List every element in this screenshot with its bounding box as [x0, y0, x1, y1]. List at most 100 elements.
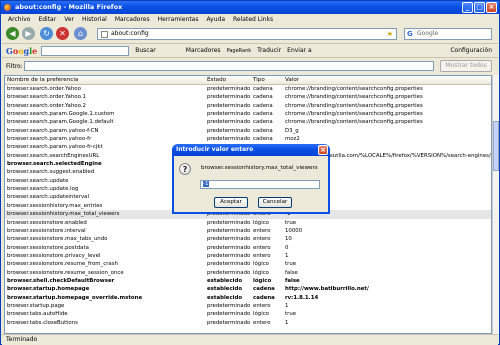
pref-type: entero — [253, 302, 271, 309]
pref-name: browser.tabs.closeButtons — [7, 319, 78, 326]
minimize-button[interactable]: _ — [462, 2, 473, 13]
pref-state: predeterminado — [207, 227, 251, 234]
menu-editar[interactable]: Editar — [34, 16, 60, 23]
table-row[interactable]: browser.sessionstore.max_tabs_undo predet… — [5, 235, 491, 243]
menu-historial[interactable]: Historial — [78, 16, 111, 23]
pref-value: D3_g — [285, 127, 299, 134]
pref-state: predeterminado — [207, 269, 251, 276]
table-row[interactable]: browser.search.order.Yahoo.2 predetermina… — [5, 102, 491, 110]
pref-value: rv:1.8.1.14 — [285, 294, 319, 301]
google-logo: Google — [6, 45, 38, 56]
pref-name: browser.sessionstore.interval — [7, 227, 86, 234]
page-icon — [101, 31, 108, 38]
pref-state: predeterminado — [207, 219, 251, 226]
pref-value: chrome://branding/content/searchconfig.p… — [285, 119, 423, 126]
header-state[interactable]: Estado — [207, 77, 226, 83]
pref-name: browser.search.order.Yahoo.1 — [7, 94, 86, 101]
table-scrollbar[interactable] — [492, 75, 499, 334]
pref-type: entero — [253, 236, 271, 243]
stop-icon[interactable]: ✕ — [56, 27, 69, 40]
pref-value: 1 — [285, 302, 289, 309]
pref-state: predeterminado — [207, 302, 251, 309]
menu-archivo[interactable]: Archivo — [4, 16, 34, 23]
table-row[interactable]: browser.sessionstore.resume_from_crash pr… — [5, 260, 491, 268]
status-bar: Terminado — [2, 334, 498, 345]
table-row[interactable]: browser.startup.homepage_override.mstone… — [5, 294, 491, 302]
table-row[interactable]: browser.sessionstore.postdata predetermin… — [5, 244, 491, 252]
google-traducir-button[interactable]: Traducir — [257, 47, 281, 54]
google-search-input[interactable] — [41, 45, 130, 56]
google-buscar-button[interactable]: Buscar — [135, 47, 156, 54]
forward-button[interactable]: ▶ — [22, 27, 35, 40]
show-all-button[interactable]: Mostrar todos — [440, 60, 492, 72]
back-button[interactable]: ◀ — [6, 27, 19, 40]
scrollbar-thumb[interactable] — [493, 121, 499, 171]
pref-name: browser.sessionstore.postdata — [7, 244, 89, 251]
dialog-close-icon[interactable]: × — [318, 145, 328, 155]
pref-state: predeterminado — [207, 119, 251, 126]
table-row[interactable]: browser.shell.checkDefaultBrowser estable… — [5, 277, 491, 285]
pref-value: http://www.batiburrillo.net/ — [285, 286, 369, 293]
pref-state: predeterminado — [207, 311, 251, 318]
bookmark-star-icon[interactable]: ★ — [387, 29, 393, 39]
pref-state: predeterminado — [207, 244, 251, 251]
pref-value: chrome://branding/content/searchconfig.p… — [285, 102, 423, 109]
pref-name: browser.search.order.Yahoo — [7, 86, 81, 92]
table-row[interactable]: browser.tabs.autoHide predeterminado lógic… — [5, 310, 491, 318]
table-row[interactable]: browser.startup.page predeterminado entero… — [5, 302, 491, 310]
menu-ver[interactable]: Ver — [60, 16, 78, 23]
pref-state: predeterminado — [207, 111, 251, 118]
google-search-icon: G — [407, 30, 413, 38]
filter-input[interactable] — [24, 61, 434, 71]
header-value[interactable]: Valor — [285, 77, 299, 83]
table-row[interactable]: browser.search.order.Yahoo predeterminado… — [5, 85, 491, 93]
google-marcadores-button[interactable]: Marcadores — [186, 47, 221, 54]
table-row[interactable]: browser.search.order.Yahoo.1 predetermina… — [5, 93, 491, 101]
table-row[interactable]: browser.search.param.Google.1.custom pred… — [5, 110, 491, 118]
table-row[interactable]: browser.search.param.yahoo-f-CN predeterm… — [5, 127, 491, 135]
pref-value: true — [285, 261, 297, 268]
value-input[interactable]: -1 — [200, 180, 320, 189]
pref-type: cadena — [253, 127, 273, 134]
google-config-button[interactable]: Configuración — [450, 47, 492, 54]
menu-marcadores[interactable]: Marcadores — [111, 16, 154, 23]
table-row[interactable]: browser.tabs.closeButtons predeterminado e… — [5, 319, 491, 327]
pref-type: lógico — [253, 219, 269, 226]
pref-state: predeterminado — [207, 86, 251, 92]
google-enviar-button[interactable]: Enviar a — [287, 47, 312, 54]
table-row[interactable]: browser.search.param.Google.1.default pre… — [5, 118, 491, 126]
cancel-button[interactable]: Cancelar — [258, 197, 292, 208]
url-text: about:config — [111, 30, 149, 37]
pref-type: cadena — [253, 136, 273, 143]
pref-name: browser.search.param.yahoo-fr — [7, 136, 92, 143]
pref-type: cadena — [253, 86, 273, 92]
home-icon[interactable]: ⌂ — [74, 27, 87, 40]
search-box[interactable]: G Google — [404, 28, 492, 40]
table-row[interactable]: browser.sessionstore.interval predetermin… — [5, 227, 491, 235]
menu-related-links[interactable]: Related Links — [229, 16, 277, 23]
table-row[interactable]: browser.search.param.yahoo-fr predetermin… — [5, 135, 491, 143]
filter-label: Filtro: — [6, 63, 23, 70]
pref-name: browser.startup.page — [7, 302, 65, 309]
google-toolbar: Google Buscar Marcadores PageRank Traduc… — [2, 44, 498, 58]
maximize-button[interactable]: □ — [474, 2, 485, 13]
pref-name: browser.search.order.Yahoo.2 — [7, 102, 86, 109]
close-button[interactable]: × — [486, 2, 497, 13]
pref-type: lógico — [253, 269, 269, 276]
pref-name: browser.search.param.Google.1.default — [7, 119, 114, 126]
table-row[interactable]: browser.startup.homepage establecido caden… — [5, 285, 491, 293]
pref-name: browser.search.param.Google.1.custom — [7, 111, 115, 118]
reload-icon[interactable]: ↻ — [40, 27, 53, 40]
menu-ayuda[interactable]: Ayuda — [202, 16, 229, 23]
header-type[interactable]: Tipo — [253, 77, 265, 83]
table-row[interactable]: browser.sessionstore.resume_session_once… — [5, 269, 491, 277]
navigation-toolbar: ◀ ▶ ↻ ✕ ⌂ about:config ★ G Google — [2, 24, 498, 44]
table-row[interactable]: browser.sessionstore.enabled predetermina… — [5, 219, 491, 227]
header-name[interactable]: Nombre de la preferencia — [7, 77, 78, 83]
url-bar[interactable]: about:config ★ — [97, 28, 397, 40]
pref-value: chrome://branding/content/searchconfig.p… — [285, 86, 423, 92]
menu-herramientas[interactable]: Herramientas — [154, 16, 203, 23]
ok-button[interactable]: Aceptar — [214, 197, 248, 208]
table-row[interactable]: browser.sessionstore.privacy_level predet… — [5, 252, 491, 260]
dialog-title: Introducir valor entero × — [172, 144, 330, 156]
